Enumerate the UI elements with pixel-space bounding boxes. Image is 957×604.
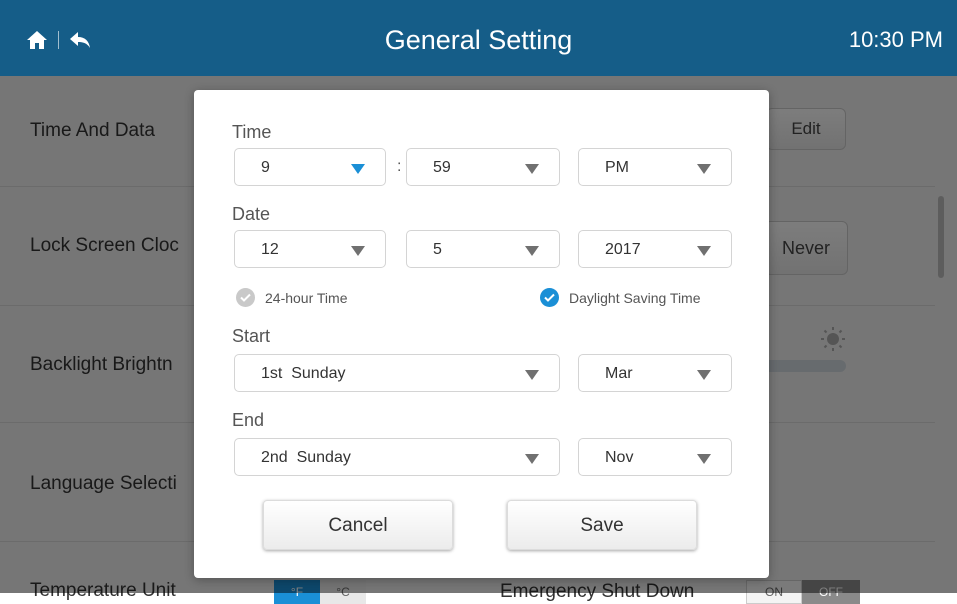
chevron-down-icon: [525, 454, 539, 464]
time-date-dialog: Time 9 : 59 PM Date 12 5 2017 24-hour Ti…: [194, 90, 769, 578]
checkmark-icon: [236, 288, 255, 307]
hour-value: 9: [261, 159, 270, 176]
checkmark-icon: [540, 288, 559, 307]
start-week-value: 1st Sunday: [261, 365, 346, 382]
cancel-button[interactable]: Cancel: [263, 500, 453, 550]
year-select[interactable]: 2017: [578, 230, 732, 268]
chevron-down-icon: [697, 370, 711, 380]
chevron-down-icon: [351, 164, 365, 174]
month-value: 12: [261, 241, 279, 258]
chevron-down-icon: [697, 246, 711, 256]
start-week-select[interactable]: 1st Sunday: [234, 354, 560, 392]
chevron-down-icon: [351, 246, 365, 256]
end-week-select[interactable]: 2nd Sunday: [234, 438, 560, 476]
start-label: Start: [232, 326, 271, 346]
header-bar: General Setting 10:30 PM: [0, 0, 957, 76]
start-month-select[interactable]: Mar: [578, 354, 732, 392]
time-label: Time: [232, 122, 272, 142]
day-value: 5: [433, 241, 442, 258]
dst-checkbox[interactable]: Daylight Saving Time: [540, 288, 701, 307]
minute-select[interactable]: 59: [406, 148, 560, 186]
save-button[interactable]: Save: [507, 500, 697, 550]
ampm-value: PM: [605, 159, 629, 176]
chevron-down-icon: [525, 246, 539, 256]
dst-label: Daylight Saving Time: [569, 289, 701, 306]
end-month-select[interactable]: Nov: [578, 438, 732, 476]
start-month-value: Mar: [605, 365, 633, 382]
chevron-down-icon: [697, 454, 711, 464]
time-colon: :: [397, 158, 402, 175]
hour24-checkbox[interactable]: 24-hour Time: [236, 288, 347, 307]
end-label: End: [232, 410, 265, 430]
hour-select[interactable]: 9: [234, 148, 386, 186]
minute-value: 59: [433, 159, 451, 176]
end-month-value: Nov: [605, 449, 634, 466]
clock-time: 10:30 PM: [848, 27, 943, 52]
month-select[interactable]: 12: [234, 230, 386, 268]
year-value: 2017: [605, 241, 641, 258]
chevron-down-icon: [697, 164, 711, 174]
day-select[interactable]: 5: [406, 230, 560, 268]
date-label: Date: [232, 204, 271, 224]
ampm-select[interactable]: PM: [578, 148, 732, 186]
chevron-down-icon: [525, 370, 539, 380]
page-title: General Setting: [384, 25, 573, 55]
hour24-label: 24-hour Time: [265, 289, 348, 306]
end-week-value: 2nd Sunday: [261, 449, 351, 466]
chevron-down-icon: [525, 164, 539, 174]
